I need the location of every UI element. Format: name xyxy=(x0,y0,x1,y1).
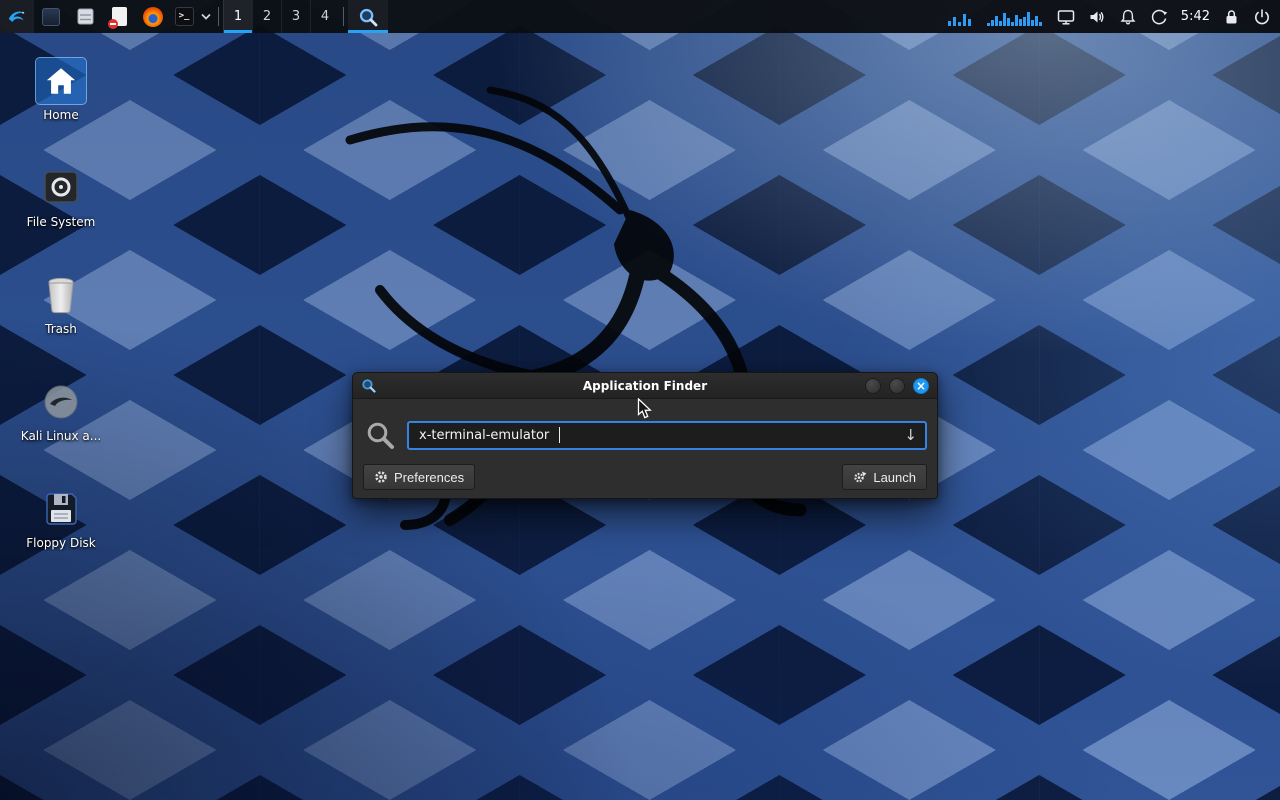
launch-label: Launch xyxy=(873,470,916,485)
workspace-4[interactable]: 4 xyxy=(310,0,339,33)
firefox-icon xyxy=(143,7,163,27)
file-manager-launcher[interactable] xyxy=(68,0,102,33)
window-controls: × xyxy=(865,378,929,394)
panel-left-group: >_ 1 2 3 4 xyxy=(0,0,388,33)
desktop-icon-file-system[interactable]: File System xyxy=(14,161,108,268)
panel-right-group: 5:42 xyxy=(947,0,1280,33)
updates-icon[interactable] xyxy=(1150,8,1168,26)
search-input[interactable]: x-terminal-emulator ↓ xyxy=(407,421,927,450)
lock-icon[interactable] xyxy=(1223,8,1240,26)
firefox-launcher[interactable] xyxy=(136,0,170,33)
minimize-button[interactable] xyxy=(865,378,881,394)
kali-logo-icon xyxy=(6,6,28,28)
text-editor-launcher[interactable] xyxy=(102,0,136,33)
maximize-button[interactable] xyxy=(889,378,905,394)
gear-icon xyxy=(374,470,388,484)
network-graph[interactable] xyxy=(986,8,1044,26)
search-icon xyxy=(365,420,395,450)
mouse-cursor xyxy=(637,398,655,420)
trash-can-icon xyxy=(36,272,86,318)
desktop-icon-label: Home xyxy=(43,109,78,123)
desktop-icon-label: File System xyxy=(27,216,96,230)
desktop: >_ 1 2 3 4 xyxy=(0,0,1280,800)
workspace-2[interactable]: 2 xyxy=(252,0,281,33)
desktop-icon-floppy-disk[interactable]: Floppy Disk xyxy=(14,482,108,589)
hard-drive-icon xyxy=(36,165,86,211)
display-icon[interactable] xyxy=(1057,8,1075,26)
search-query-text: x-terminal-emulator xyxy=(419,428,549,443)
terminal-launcher[interactable]: >_ xyxy=(170,0,198,33)
volume-icon[interactable] xyxy=(1088,8,1106,26)
kali-dragon-wallpaper-art xyxy=(200,70,920,590)
finder-footer: Preferences Launch xyxy=(353,450,937,490)
floppy-disk-icon xyxy=(36,486,86,532)
window-title: Application Finder xyxy=(353,379,937,393)
red-badge-icon xyxy=(108,19,118,29)
desktop-icon-label: Trash xyxy=(45,323,77,337)
desktop-icon-list: Home File System xyxy=(14,54,108,589)
power-icon[interactable] xyxy=(1253,8,1271,26)
document-icon xyxy=(112,7,127,26)
workspace-3[interactable]: 3 xyxy=(281,0,310,33)
text-caret xyxy=(559,427,560,443)
top-panel: >_ 1 2 3 4 xyxy=(0,0,1280,33)
chevron-down-icon xyxy=(201,13,211,20)
preferences-label: Preferences xyxy=(394,470,464,485)
panel-separator xyxy=(343,7,344,26)
application-finder-window: Application Finder × x-terminal-emulator… xyxy=(352,372,938,499)
file-cabinet-icon xyxy=(76,7,95,26)
desktop-icon-label: Kali Linux a... xyxy=(21,430,101,444)
notifications-bell-icon[interactable] xyxy=(1119,8,1137,26)
launch-button[interactable]: Launch xyxy=(842,464,927,490)
preferences-button[interactable]: Preferences xyxy=(363,464,475,490)
desktop-icon-label: Floppy Disk xyxy=(26,537,96,551)
desktop-icon-home[interactable]: Home xyxy=(14,54,108,161)
panel-separator xyxy=(218,7,219,26)
cpu-graph[interactable] xyxy=(947,8,973,26)
app-finder-magnifier-icon xyxy=(358,7,378,27)
workspace-1[interactable]: 1 xyxy=(223,0,252,33)
kali-menu-button[interactable] xyxy=(0,0,34,33)
desktop-icon-trash[interactable]: Trash xyxy=(14,268,108,375)
kali-disc-icon xyxy=(36,379,86,425)
terminal-icon: >_ xyxy=(175,7,194,26)
close-button[interactable]: × xyxy=(913,378,929,394)
window-button-application-finder[interactable] xyxy=(348,0,388,33)
dropdown-arrow-icon[interactable]: ↓ xyxy=(904,428,917,443)
launcher-dropdown-arrow[interactable] xyxy=(198,0,214,33)
home-folder-icon xyxy=(36,58,86,104)
window-launcher[interactable] xyxy=(34,0,68,33)
window-icon xyxy=(42,8,60,26)
launch-icon xyxy=(853,470,867,484)
titlebar[interactable]: Application Finder × xyxy=(353,373,937,399)
desktop-icon-kali-linux[interactable]: Kali Linux a... xyxy=(14,375,108,482)
clock[interactable]: 5:42 xyxy=(1181,9,1210,24)
